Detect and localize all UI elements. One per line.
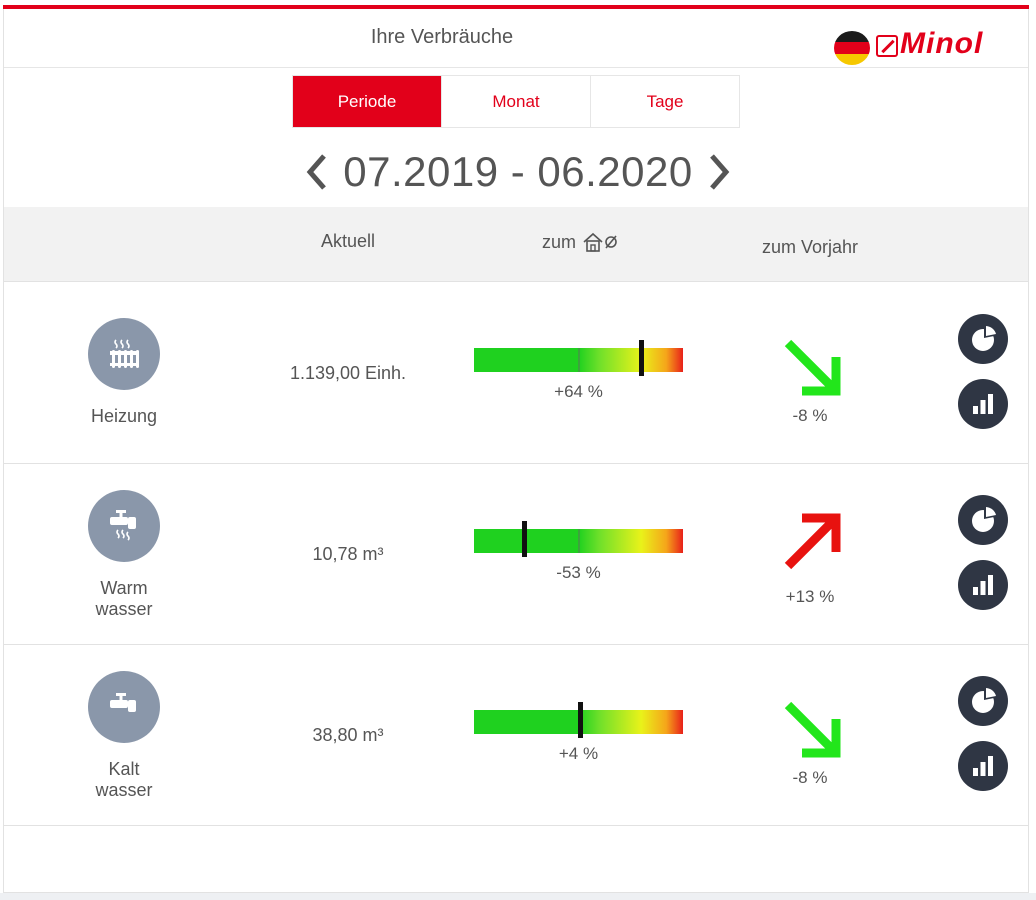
column-header: Aktuell zum zum Vorjahr	[4, 207, 1028, 282]
trend-up-arrow-icon	[784, 513, 841, 570]
period-label: 07.2019 - 06.2020	[343, 148, 693, 195]
average-percent: +4 %	[558, 744, 599, 763]
trend-percent: -8 %	[792, 406, 828, 425]
row-label-line2: wasser	[95, 599, 153, 619]
pie-chart-icon	[972, 326, 996, 351]
header: Ihre Verbräuche Minol	[4, 9, 1028, 68]
average-midline	[578, 529, 580, 553]
row-label-line2: wasser	[95, 780, 153, 800]
cold-water-tap-icon	[88, 671, 160, 743]
average-percent: -53 %	[556, 563, 601, 582]
pie-chart-button[interactable]	[958, 676, 1008, 726]
consumption-row-kaltwasser: Kalt wasser 38,80 m³ +4 % -8 %	[4, 645, 1028, 826]
pie-chart-button[interactable]	[958, 314, 1008, 364]
logo-text: Minol	[900, 27, 984, 60]
consumption-row-heizung: Heizung 1.139,00 Einh. +64 % -8 %	[4, 283, 1028, 464]
german-flag-icon	[834, 31, 870, 65]
current-value: 38,80 m³	[312, 725, 384, 745]
bar-chart-button[interactable]	[958, 560, 1008, 610]
trend-down-arrow-icon	[784, 339, 841, 396]
consumption-row-warmwasser: Warm wasser 10,78 m³ -53 % +13 %	[4, 464, 1028, 645]
current-value: 1.139,00 Einh.	[289, 363, 407, 383]
average-percent: +64 %	[554, 382, 603, 401]
row-label-kaltwasser: Kalt wasser	[64, 759, 184, 801]
bar-chart-button[interactable]	[958, 741, 1008, 791]
row-label-line1: Warm	[100, 578, 148, 598]
consumption-marker	[638, 340, 644, 376]
average-comparison-bar	[474, 340, 683, 376]
bar-chart-icon	[973, 575, 993, 595]
column-zum-label: zum	[541, 231, 576, 252]
tab-monat[interactable]: Monat	[442, 76, 591, 127]
period-selector: 07.2019 - 06.2020	[0, 146, 1036, 198]
chevron-left-icon	[306, 154, 327, 190]
pie-chart-icon	[972, 507, 996, 532]
current-value: 10,78 m³	[312, 544, 384, 564]
average-comparison-bar	[474, 521, 683, 557]
hot-water-tap-icon	[88, 490, 160, 562]
period-tabs: Periode Monat Tage	[292, 75, 740, 128]
bar-chart-icon	[973, 394, 993, 414]
bar-chart-icon	[973, 756, 993, 776]
average-comparison-bar	[474, 702, 683, 738]
previous-period-button[interactable]	[305, 152, 329, 192]
radiator-icon	[88, 318, 160, 390]
bottom-shade	[0, 893, 1036, 900]
row-label-line1: Kalt	[108, 759, 140, 779]
column-aktuell: Aktuell	[320, 231, 376, 251]
page-title: Ihre Verbräuche	[370, 26, 514, 48]
trend-down-arrow-icon	[784, 701, 841, 758]
pie-chart-button[interactable]	[958, 495, 1008, 545]
tab-periode[interactable]: Periode	[293, 76, 442, 127]
average-midline	[578, 348, 580, 372]
minol-logo: Minol	[834, 27, 1026, 67]
next-period-button[interactable]	[707, 152, 731, 192]
pie-chart-icon	[972, 688, 996, 713]
row-label-heizung: Heizung	[90, 406, 158, 426]
consumption-marker	[578, 702, 584, 738]
column-zum-average: zum	[478, 231, 686, 253]
house-average-icon	[583, 232, 617, 252]
trend-percent: +13 %	[785, 587, 835, 606]
logo-mark-icon	[876, 35, 898, 57]
tab-tage[interactable]: Tage	[591, 76, 739, 127]
column-vorjahr: zum Vorjahr	[761, 237, 859, 257]
consumption-marker	[521, 521, 527, 557]
row-label-warmwasser: Warm wasser	[64, 578, 184, 620]
chevron-right-icon	[709, 154, 730, 190]
trend-percent: -8 %	[792, 768, 828, 787]
bar-chart-button[interactable]	[958, 379, 1008, 429]
